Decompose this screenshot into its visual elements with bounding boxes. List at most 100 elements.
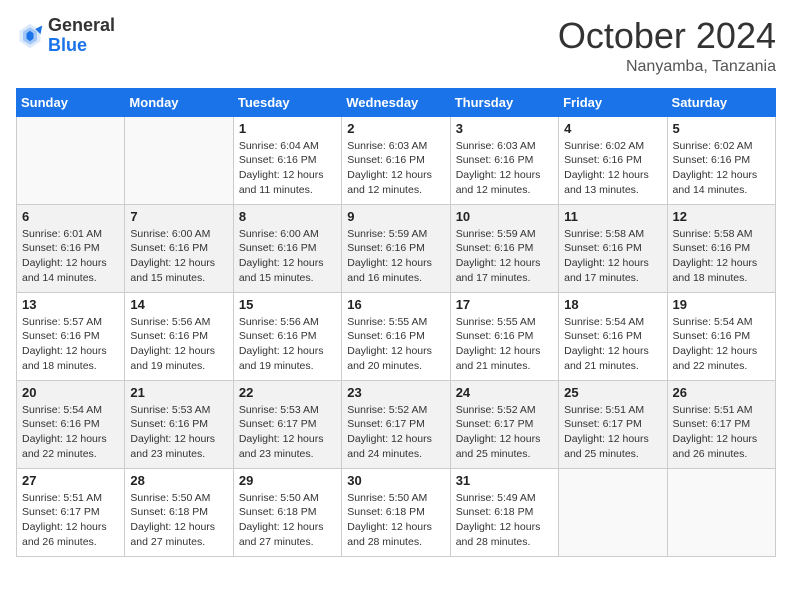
day-number: 10 <box>456 209 553 224</box>
day-info: Sunrise: 6:03 AMSunset: 6:16 PMDaylight:… <box>456 139 553 198</box>
day-number: 1 <box>239 121 336 136</box>
day-info: Sunrise: 5:57 AMSunset: 6:16 PMDaylight:… <box>22 315 119 374</box>
day-info: Sunrise: 5:52 AMSunset: 6:17 PMDaylight:… <box>347 403 444 462</box>
calendar-cell: 21 Sunrise: 5:53 AMSunset: 6:16 PMDayligh… <box>125 380 233 468</box>
logo: General Blue <box>16 16 115 56</box>
calendar-cell: 10 Sunrise: 5:59 AMSunset: 6:16 PMDayligh… <box>450 204 558 292</box>
col-tuesday: Tuesday <box>233 88 341 116</box>
calendar-cell: 31 Sunrise: 5:49 AMSunset: 6:18 PMDayligh… <box>450 468 558 556</box>
day-info: Sunrise: 6:00 AMSunset: 6:16 PMDaylight:… <box>239 227 336 286</box>
day-info: Sunrise: 6:02 AMSunset: 6:16 PMDaylight:… <box>564 139 661 198</box>
month-title: October 2024 <box>558 16 776 56</box>
calendar-cell <box>667 468 775 556</box>
day-number: 26 <box>673 385 770 400</box>
day-number: 7 <box>130 209 227 224</box>
day-number: 18 <box>564 297 661 312</box>
calendar-cell <box>17 116 125 204</box>
day-number: 16 <box>347 297 444 312</box>
day-number: 11 <box>564 209 661 224</box>
day-number: 3 <box>456 121 553 136</box>
day-number: 24 <box>456 385 553 400</box>
col-saturday: Saturday <box>667 88 775 116</box>
day-info: Sunrise: 5:54 AMSunset: 6:16 PMDaylight:… <box>564 315 661 374</box>
day-number: 17 <box>456 297 553 312</box>
day-info: Sunrise: 5:58 AMSunset: 6:16 PMDaylight:… <box>673 227 770 286</box>
calendar-cell: 17Sunrise: 5:55 AMSunset: 6:16 PMDayligh… <box>450 292 558 380</box>
calendar-cell: 2 Sunrise: 6:03 AMSunset: 6:16 PMDaylight… <box>342 116 450 204</box>
calendar-week-5: 27Sunrise: 5:51 AMSunset: 6:17 PMDayligh… <box>17 468 776 556</box>
day-info: Sunrise: 5:54 AMSunset: 6:16 PMDaylight:… <box>673 315 770 374</box>
day-number: 9 <box>347 209 444 224</box>
calendar-cell: 29 Sunrise: 5:50 AMSunset: 6:18 PMDayligh… <box>233 468 341 556</box>
day-info: Sunrise: 5:59 AMSunset: 6:16 PMDaylight:… <box>456 227 553 286</box>
calendar-cell <box>125 116 233 204</box>
calendar-cell: 23Sunrise: 5:52 AMSunset: 6:17 PMDayligh… <box>342 380 450 468</box>
calendar-cell: 28Sunrise: 5:50 AMSunset: 6:18 PMDayligh… <box>125 468 233 556</box>
calendar-table: Sunday Monday Tuesday Wednesday Thursday… <box>16 88 776 557</box>
day-number: 12 <box>673 209 770 224</box>
calendar-cell: 14 Sunrise: 5:56 AMSunset: 6:16 PMDayligh… <box>125 292 233 380</box>
day-info: Sunrise: 5:50 AMSunset: 6:18 PMDaylight:… <box>239 491 336 550</box>
calendar-cell: 4 Sunrise: 6:02 AMSunset: 6:16 PMDaylight… <box>559 116 667 204</box>
calendar-cell: 12 Sunrise: 5:58 AMSunset: 6:16 PMDayligh… <box>667 204 775 292</box>
calendar-cell: 25Sunrise: 5:51 AMSunset: 6:17 PMDayligh… <box>559 380 667 468</box>
calendar-cell: 13 Sunrise: 5:57 AMSunset: 6:16 PMDayligh… <box>17 292 125 380</box>
day-info: Sunrise: 5:51 AMSunset: 6:17 PMDaylight:… <box>673 403 770 462</box>
calendar-cell: 3 Sunrise: 6:03 AMSunset: 6:16 PMDaylight… <box>450 116 558 204</box>
calendar-cell <box>559 468 667 556</box>
calendar-cell: 7 Sunrise: 6:00 AMSunset: 6:16 PMDaylight… <box>125 204 233 292</box>
day-info: Sunrise: 5:50 AMSunset: 6:18 PMDaylight:… <box>347 491 444 550</box>
col-sunday: Sunday <box>17 88 125 116</box>
calendar-cell: 15 Sunrise: 5:56 AMSunset: 6:16 PMDayligh… <box>233 292 341 380</box>
day-number: 31 <box>456 473 553 488</box>
day-info: Sunrise: 5:50 AMSunset: 6:18 PMDaylight:… <box>130 491 227 550</box>
day-info: Sunrise: 5:52 AMSunset: 6:17 PMDaylight:… <box>456 403 553 462</box>
day-number: 21 <box>130 385 227 400</box>
day-number: 8 <box>239 209 336 224</box>
day-info: Sunrise: 5:49 AMSunset: 6:18 PMDaylight:… <box>456 491 553 550</box>
day-info: Sunrise: 6:04 AMSunset: 6:16 PMDaylight:… <box>239 139 336 198</box>
header-row: Sunday Monday Tuesday Wednesday Thursday… <box>17 88 776 116</box>
day-info: Sunrise: 5:56 AMSunset: 6:16 PMDaylight:… <box>239 315 336 374</box>
calendar-cell: 6 Sunrise: 6:01 AMSunset: 6:16 PMDaylight… <box>17 204 125 292</box>
col-friday: Friday <box>559 88 667 116</box>
calendar-cell: 16Sunrise: 5:55 AMSunset: 6:16 PMDayligh… <box>342 292 450 380</box>
day-info: Sunrise: 6:03 AMSunset: 6:16 PMDaylight:… <box>347 139 444 198</box>
day-number: 4 <box>564 121 661 136</box>
calendar-cell: 27Sunrise: 5:51 AMSunset: 6:17 PMDayligh… <box>17 468 125 556</box>
day-info: Sunrise: 5:58 AMSunset: 6:16 PMDaylight:… <box>564 227 661 286</box>
logo-general-text: General <box>48 15 115 35</box>
calendar-cell: 8 Sunrise: 6:00 AMSunset: 6:16 PMDaylight… <box>233 204 341 292</box>
calendar-cell: 26 Sunrise: 5:51 AMSunset: 6:17 PMDayligh… <box>667 380 775 468</box>
calendar-week-1: 1 Sunrise: 6:04 AMSunset: 6:16 PMDaylight… <box>17 116 776 204</box>
day-number: 2 <box>347 121 444 136</box>
logo-icon <box>16 22 44 50</box>
day-number: 14 <box>130 297 227 312</box>
day-number: 6 <box>22 209 119 224</box>
calendar-cell: 19 Sunrise: 5:54 AMSunset: 6:16 PMDayligh… <box>667 292 775 380</box>
day-info: Sunrise: 5:56 AMSunset: 6:16 PMDaylight:… <box>130 315 227 374</box>
col-wednesday: Wednesday <box>342 88 450 116</box>
day-number: 19 <box>673 297 770 312</box>
day-number: 13 <box>22 297 119 312</box>
day-number: 20 <box>22 385 119 400</box>
day-number: 15 <box>239 297 336 312</box>
day-info: Sunrise: 5:59 AMSunset: 6:16 PMDaylight:… <box>347 227 444 286</box>
day-number: 29 <box>239 473 336 488</box>
day-info: Sunrise: 6:02 AMSunset: 6:16 PMDaylight:… <box>673 139 770 198</box>
calendar-cell: 30 Sunrise: 5:50 AMSunset: 6:18 PMDayligh… <box>342 468 450 556</box>
day-info: Sunrise: 6:01 AMSunset: 6:16 PMDaylight:… <box>22 227 119 286</box>
calendar-cell: 9 Sunrise: 5:59 AMSunset: 6:16 PMDaylight… <box>342 204 450 292</box>
calendar-cell: 22Sunrise: 5:53 AMSunset: 6:17 PMDayligh… <box>233 380 341 468</box>
col-monday: Monday <box>125 88 233 116</box>
logo-text: General Blue <box>48 16 115 56</box>
day-info: Sunrise: 6:00 AMSunset: 6:16 PMDaylight:… <box>130 227 227 286</box>
day-number: 27 <box>22 473 119 488</box>
day-info: Sunrise: 5:54 AMSunset: 6:16 PMDaylight:… <box>22 403 119 462</box>
calendar-cell: 1 Sunrise: 6:04 AMSunset: 6:16 PMDaylight… <box>233 116 341 204</box>
page-header: General Blue October 2024 Nanyamba, Tanz… <box>16 16 776 76</box>
day-info: Sunrise: 5:53 AMSunset: 6:16 PMDaylight:… <box>130 403 227 462</box>
calendar-cell: 11 Sunrise: 5:58 AMSunset: 6:16 PMDayligh… <box>559 204 667 292</box>
day-number: 30 <box>347 473 444 488</box>
day-number: 25 <box>564 385 661 400</box>
